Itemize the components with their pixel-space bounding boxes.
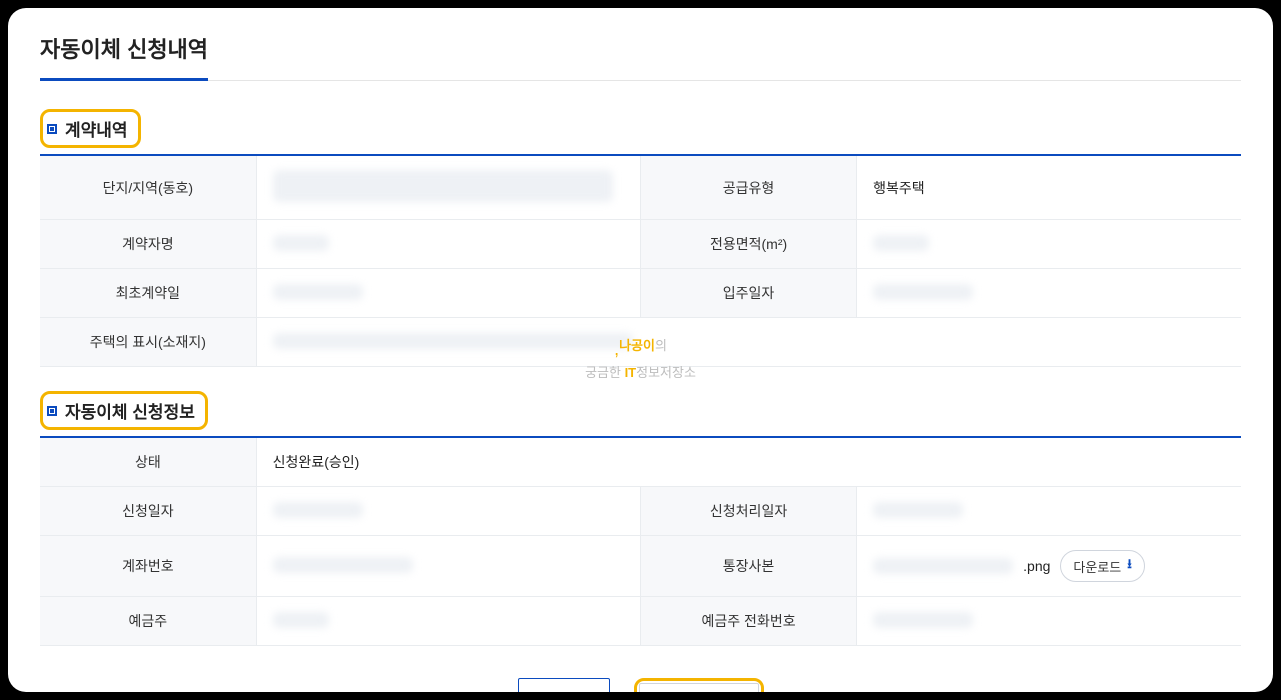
label-complex: 단지/지역(동호) [40,156,256,220]
label-supply-type: 공급유형 [640,156,856,220]
label-address: 주택의 표시(소재지) [40,318,256,367]
passbook-filename-suffix: .png [1023,558,1050,574]
apply-table: 상태 신청완료(승인) 신청일자 신청처리일자 계좌번호 통장사본 .png [40,438,1241,646]
table-row: 단지/지역(동호) 공급유형 행복주택 [40,156,1241,220]
section-divider: 단지/지역(동호) 공급유형 행복주택 계약자명 전용면적(m²) 최초계약일 … [40,154,1241,367]
label-status: 상태 [40,438,256,487]
value-contractor [256,220,640,269]
label-account: 계좌번호 [40,536,256,597]
page-title: 자동이체 신청내역 [40,32,208,81]
value-apply-date [256,487,640,536]
table-row: 신청일자 신청처리일자 [40,487,1241,536]
section-header-contract: 계약내역 [40,109,141,148]
section-header-apply: 자동이체 신청정보 [40,391,208,430]
value-account [256,536,640,597]
button-row: 목록 해지 [40,678,1241,692]
value-holder-phone [857,597,1241,646]
label-contractor: 계약자명 [40,220,256,269]
value-complex [256,156,640,220]
download-button[interactable]: 다운로드 ⭳ [1060,550,1144,582]
content-card: 자동이체 신청내역 계약내역 단지/지역(동호) 공급유형 행복주택 계약자명 … [8,8,1273,692]
value-process-date [857,487,1241,536]
label-first-contract-date: 최초계약일 [40,269,256,318]
section-marker-icon [47,406,57,416]
download-label: 다운로드 [1073,557,1121,576]
label-process-date: 신청처리일자 [640,487,856,536]
value-status: 신청완료(승인) [256,438,1241,487]
label-passbook: 통장사본 [640,536,856,597]
cancel-button[interactable]: 해지 [639,683,759,692]
title-underline [40,80,1241,81]
table-row: 주택의 표시(소재지) [40,318,1241,367]
section-title-contract: 계약내역 [65,116,128,141]
table-row: 계약자명 전용면적(m²) [40,220,1241,269]
label-movein-date: 입주일자 [640,269,856,318]
list-button[interactable]: 목록 [518,678,610,692]
table-row: 최초계약일 입주일자 [40,269,1241,318]
table-row: 상태 신청완료(승인) [40,438,1241,487]
value-address [256,318,1241,367]
label-holder-phone: 예금주 전화번호 [640,597,856,646]
table-row: 계좌번호 통장사본 .png 다운로드 ⭳ [40,536,1241,597]
value-area [857,220,1241,269]
label-area: 전용면적(m²) [640,220,856,269]
label-apply-date: 신청일자 [40,487,256,536]
section-divider: 상태 신청완료(승인) 신청일자 신청처리일자 계좌번호 통장사본 .png [40,436,1241,646]
value-first-contract-date [256,269,640,318]
value-passbook: .png 다운로드 ⭳ [857,536,1241,597]
value-supply-type: 행복주택 [857,156,1241,220]
section-marker-icon [47,124,57,134]
cancel-highlight-box: 해지 [634,678,764,692]
table-row: 예금주 예금주 전화번호 [40,597,1241,646]
value-holder [256,597,640,646]
section-title-apply: 자동이체 신청정보 [65,398,195,423]
label-holder: 예금주 [40,597,256,646]
contract-table: 단지/지역(동호) 공급유형 행복주택 계약자명 전용면적(m²) 최초계약일 … [40,156,1241,367]
value-movein-date [857,269,1241,318]
download-icon: ⭳ [1127,555,1132,577]
